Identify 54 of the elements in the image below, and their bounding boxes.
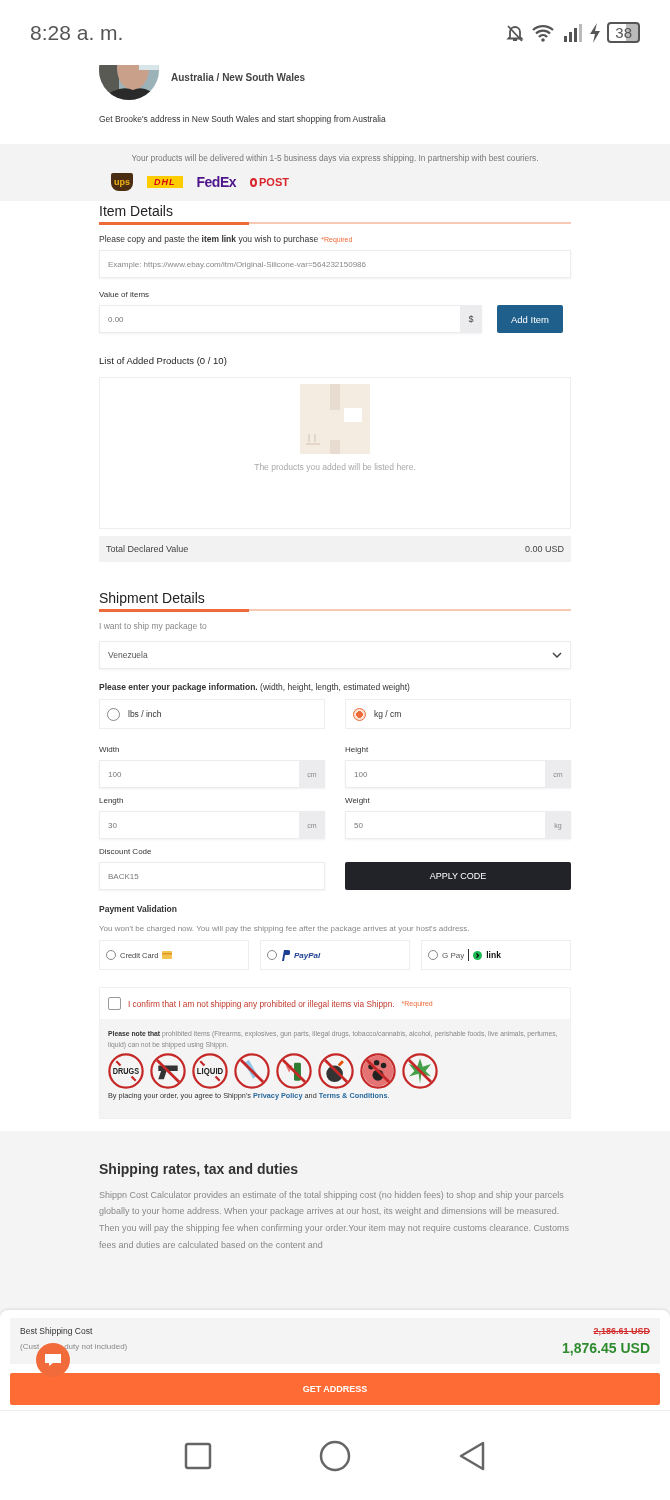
total-label: Total Declared Value (106, 544, 189, 554)
ups-logo: ups (111, 173, 133, 191)
field-label: Discount Code (99, 847, 153, 856)
apply-code-button[interactable]: APPLY CODE (345, 862, 571, 890)
dhl-logo: DHL (147, 176, 183, 188)
field-label: Height (345, 745, 370, 754)
instructions: Please enter your package information. (width, height, length, estimated weight) (99, 682, 411, 692)
paypal-logo: PayPal (294, 950, 321, 960)
fedex-logo: FedEx (196, 174, 237, 190)
field-label: Weight (345, 796, 371, 805)
country-select[interactable]: Venezuela (99, 641, 571, 669)
discount-field[interactable]: BACK15 (99, 862, 325, 890)
item-link-field[interactable]: Example: https://www.ebay.com/itm/Original-Silicone-var=564232150986 (99, 250, 571, 278)
section-title: Item Details (99, 203, 174, 219)
unit-option[interactable]: kg / cm (345, 699, 571, 729)
rates-description: Shippn Cost Calculator provides an estimate of the total shipping cost (no hidden fees) to shop and ship your parcels globally to your home address. When your package arrives at our host, its weight and dimensions will be measured. Then you will pay the shipping fee when confirming your order.Your item may not require customs clearance. Customs fees and duties are calculated based on the content and (99, 1188, 570, 1252)
delivery-note: Your products will be delivered within 1-5 business days via express shipping. In partnership with best couriers. (130, 153, 540, 163)
list-title: List of Added Products (0 / 10) (99, 355, 228, 366)
add-item-button[interactable]: Add Item (497, 305, 563, 333)
field-label: Length (99, 796, 125, 805)
cost-label: Best Shipping Cost (20, 1326, 94, 1336)
cost-note: (Cust (20, 1342, 40, 1351)
gpay-logo: G Pay (442, 950, 465, 960)
prohibited-sign-icon: LIQUID (192, 1052, 228, 1089)
section-title: Shipping rates, tax and duties (99, 1160, 300, 1177)
link-logo: link (486, 950, 501, 960)
clock: 8:28 a. m. (30, 20, 124, 45)
prohibited-sign-icon: DRUGS (108, 1052, 144, 1089)
payment-option[interactable]: PayPal (260, 940, 410, 970)
cost-note: duty not included) (64, 1342, 128, 1351)
field-label: Value of items (99, 290, 151, 299)
currency-addon: $ (460, 305, 482, 333)
old-price: 2,186.61 USD (593, 1326, 650, 1336)
payment-note: You won't be charged now. You will pay the shipping fee after the package arrives at your host's address. (99, 924, 471, 933)
price: 1,876.45 USD (562, 1340, 650, 1356)
dimension-field[interactable]: 100 (345, 760, 545, 788)
confirm-label: I confirm that I am not shipping any prohibited or illegal items via Shippn. (128, 998, 395, 1009)
host-location: Australia / New South Wales (171, 72, 306, 83)
dimension-field[interactable]: 100 (99, 760, 299, 788)
section-subtitle: Payment Validation (99, 904, 178, 914)
field-label: Width (99, 745, 121, 754)
unit-option[interactable]: lbs / inch (99, 699, 325, 729)
battery-indicator: 38 (607, 22, 640, 43)
dimension-field[interactable]: 30 (99, 811, 299, 839)
total-value: 0.00 USD (524, 544, 564, 554)
field-label: Please copy and paste the item link you wish to purchase (99, 234, 319, 244)
field-label: I want to ship my package to (99, 621, 208, 631)
post-logo: POST (250, 176, 289, 188)
dimension-field[interactable]: 50 (345, 811, 545, 839)
section-title: Shipment Details (99, 590, 206, 606)
value-field[interactable]: 0.00 (99, 305, 460, 333)
tagline: Get Brooke's address in New South Wales and start shopping from Australia (99, 114, 387, 126)
payment-option[interactable]: G Pay link (421, 940, 571, 970)
empty-list-text: The products you added will be listed here. (254, 462, 416, 472)
